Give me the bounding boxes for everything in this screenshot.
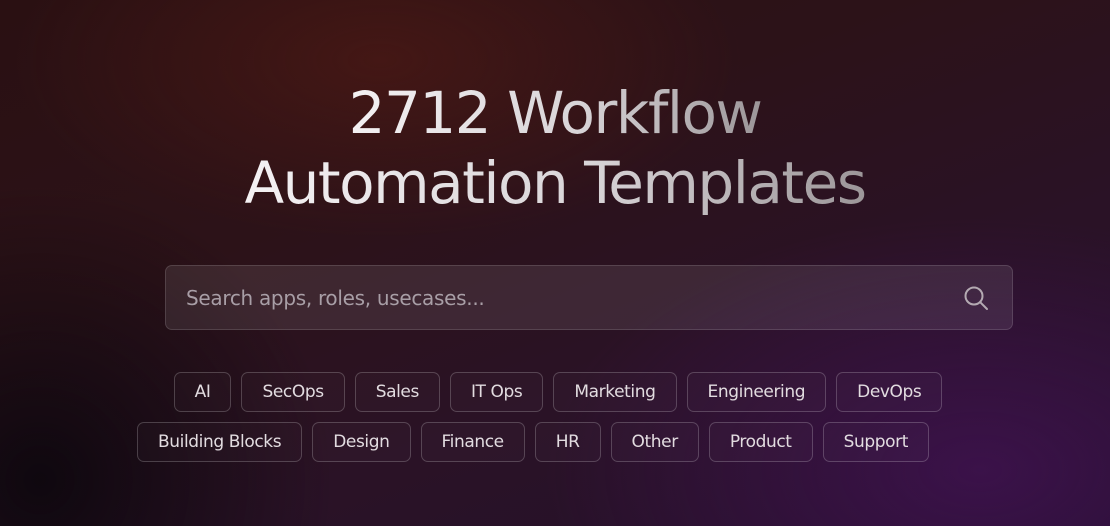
tag-sales[interactable]: Sales (354, 372, 440, 412)
tag-secops[interactable]: SecOps (241, 372, 345, 412)
category-tags-row-1: AI SecOps Sales IT Ops Marketing Enginee… (3, 372, 1110, 412)
page-title-line-1: 2712 Workflow (348, 79, 763, 147)
tag-marketing[interactable]: Marketing (553, 372, 677, 412)
tag-it-ops[interactable]: IT Ops (449, 372, 544, 412)
tag-finance[interactable]: Finance (420, 422, 525, 462)
page-title-line-2: Automation Templates (244, 149, 867, 217)
hero-section: 2712 Workflow Automation Templates AI Se… (0, 0, 1110, 526)
search-bar (165, 265, 1013, 330)
tag-other[interactable]: Other (610, 422, 699, 462)
tag-devops[interactable]: DevOps (836, 372, 943, 412)
tag-design[interactable]: Design (312, 422, 411, 462)
tag-ai[interactable]: AI (173, 372, 232, 412)
search-icon[interactable] (962, 284, 990, 312)
search-input[interactable] (166, 266, 962, 329)
tag-product[interactable]: Product (708, 422, 813, 462)
category-tags-row-2: Building Blocks Design Finance HR Other … (0, 422, 1088, 462)
page-title: 2712 Workflow Automation Templates (0, 78, 1110, 218)
tag-engineering[interactable]: Engineering (686, 372, 827, 412)
tag-support[interactable]: Support (822, 422, 929, 462)
tag-hr[interactable]: HR (534, 422, 601, 462)
tag-building-blocks[interactable]: Building Blocks (137, 422, 303, 462)
